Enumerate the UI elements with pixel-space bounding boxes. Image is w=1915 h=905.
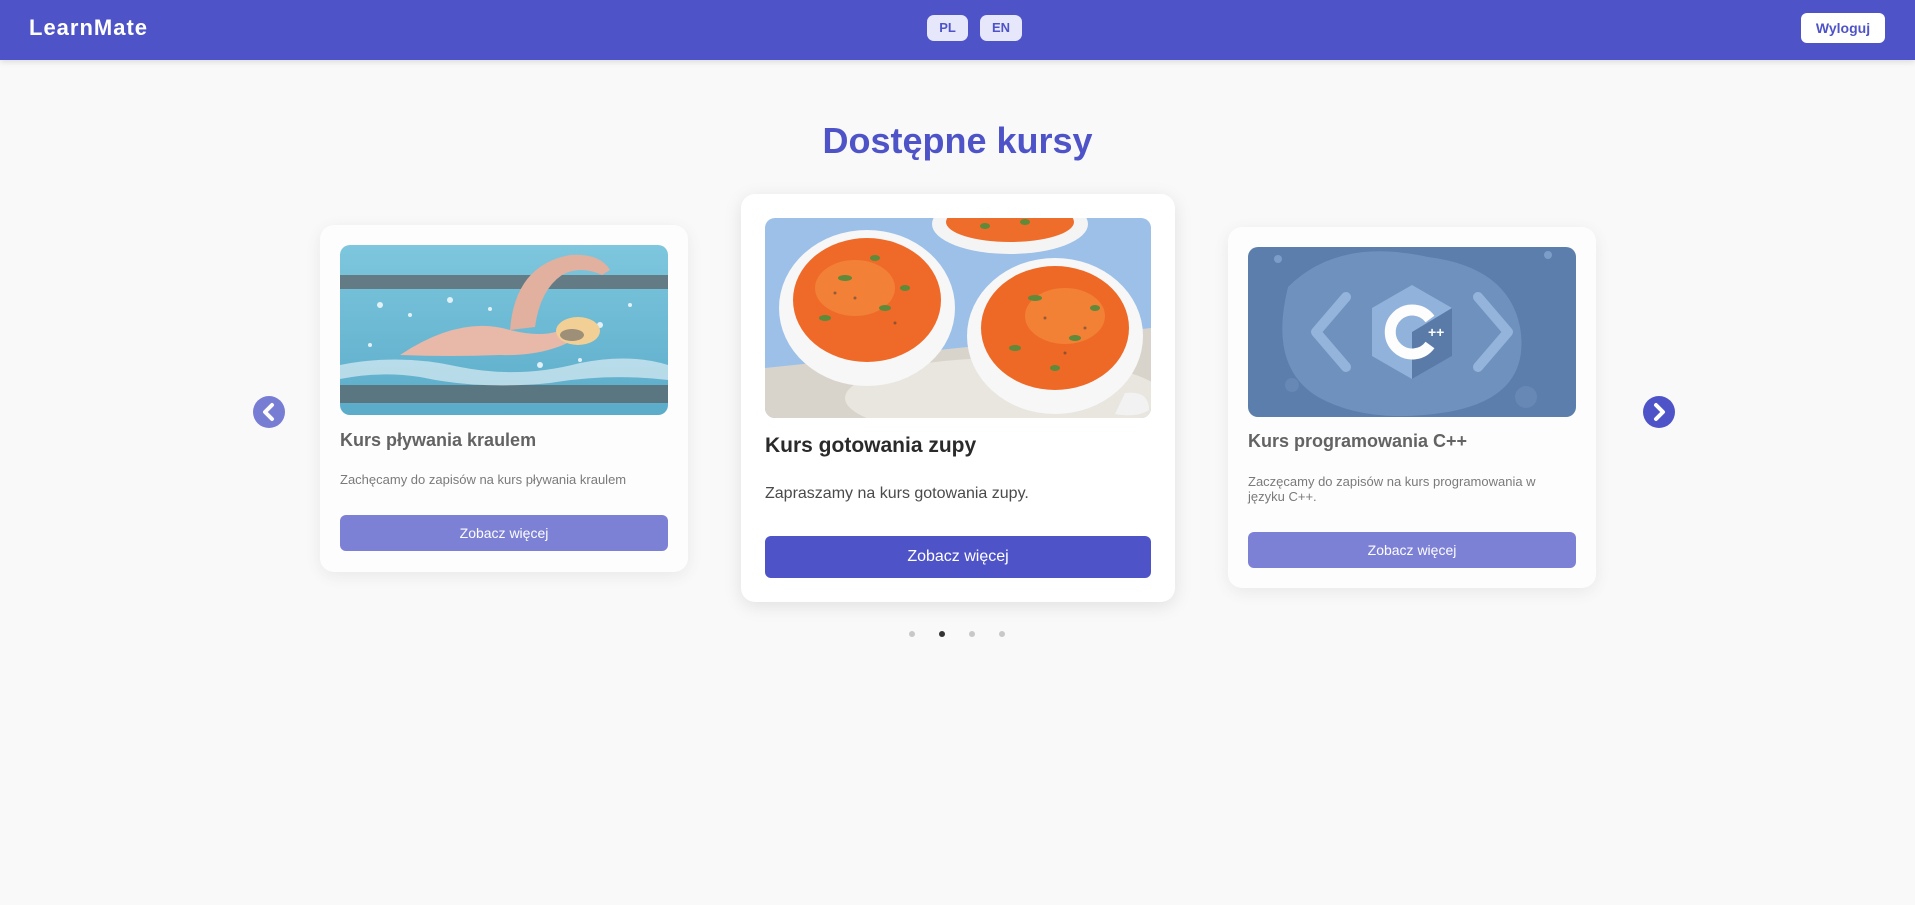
carousel-dot-1[interactable] [909,631,915,637]
cpp-logo-image: ++ [1248,247,1576,417]
course-title: Kurs gotowania zupy [765,434,977,457]
chevron-left-icon[interactable] [253,396,285,428]
language-pl-button[interactable]: PL [927,15,968,41]
see-more-button[interactable]: Zobacz więcej [765,536,1151,578]
course-description: Zachęcamy do zapisów na kurs pływania kr… [340,472,627,487]
course-title: Kurs pływania kraulem [340,430,537,450]
carousel-dot-4[interactable] [999,631,1005,637]
top-navbar: LearnMate PL EN Wyloguj [0,0,1915,60]
logout-button[interactable]: Wyloguj [1801,13,1885,43]
course-card-cpp: ++ Kurs programowania C++ Zaczęcamy do z… [1228,227,1596,588]
carousel-dot-2[interactable] [939,631,945,637]
course-title: Kurs programowania C++ [1248,431,1468,451]
course-description: Zaczęcamy do zapisów na kurs programowan… [1248,474,1536,505]
carousel-pagination [905,631,1011,639]
swimmer-image [340,245,668,415]
course-description: Zapraszamy na kurs gotowania zupy. [765,485,1029,502]
language-en-button[interactable]: EN [980,15,1022,41]
carousel-dot-3[interactable] [969,631,975,637]
page-title: Dostępne kursy [822,120,1093,161]
brand-logo[interactable]: LearnMate [29,15,148,41]
course-card-soup: Kurs gotowania zupy Zapraszamy na kurs g… [741,194,1175,602]
see-more-button[interactable]: Zobacz więcej [340,515,668,551]
tomato-soup-image [765,218,1151,418]
course-card-swimming: Kurs pływania kraulem Zachęcamy do zapis… [320,225,688,572]
svg-text:++: ++ [1428,324,1444,340]
chevron-right-icon[interactable] [1643,396,1675,428]
see-more-button[interactable]: Zobacz więcej [1248,532,1576,568]
